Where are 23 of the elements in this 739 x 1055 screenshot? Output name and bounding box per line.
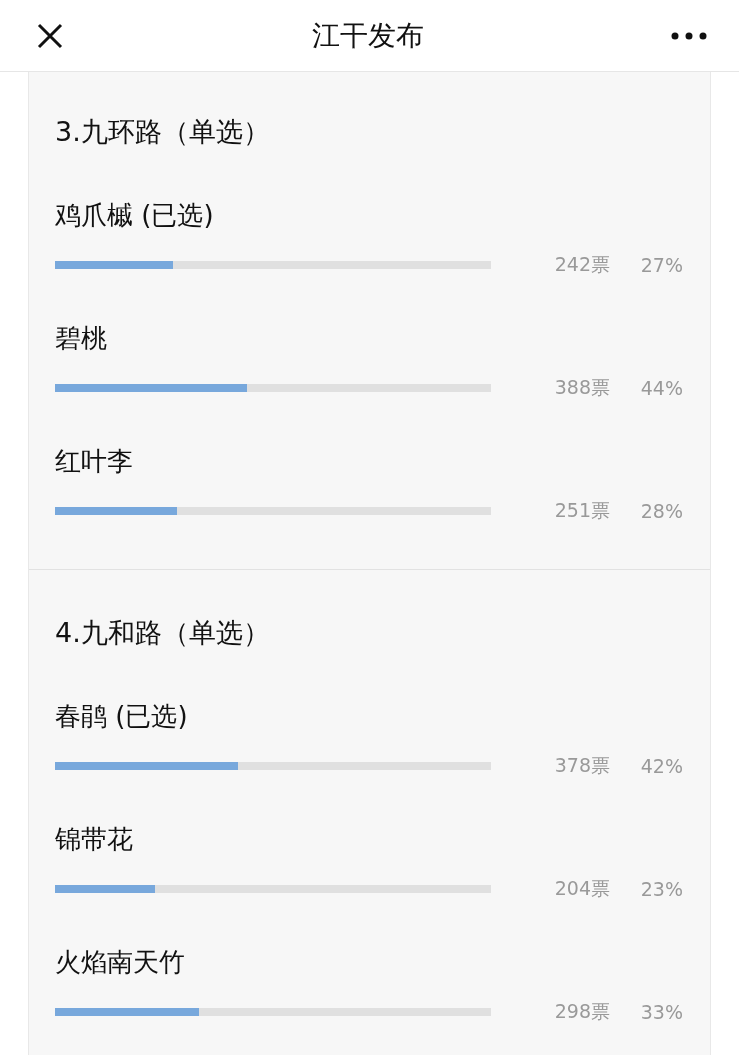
option-label: 碧桃	[55, 322, 108, 355]
option-label: 锦带花	[55, 823, 134, 856]
option-label: 火焰南天竹	[55, 946, 186, 979]
option-label: 春鹃 (已选)	[55, 700, 189, 733]
vote-count: 251票	[553, 498, 610, 523]
question-title: 3.九环路（单选）	[55, 115, 271, 149]
vote-count: 242票	[553, 252, 610, 277]
option-label: 红叶李	[55, 445, 134, 478]
vote-count: 378票	[553, 753, 610, 778]
question-title: 4.九和路（单选）	[55, 616, 271, 650]
vote-count: 388票	[553, 375, 610, 400]
option-label: 鸡爪槭 (已选)	[55, 199, 215, 232]
vote-percent: 28%	[639, 500, 683, 522]
vote-count: 204票	[553, 876, 610, 901]
vote-count: 298票	[553, 999, 610, 1024]
vote-percent: 33%	[639, 1001, 683, 1023]
vote-percent: 27%	[639, 254, 683, 276]
vote-percent: 44%	[639, 377, 683, 399]
vote-percent: 23%	[639, 878, 683, 900]
close-icon[interactable]	[36, 21, 64, 50]
vote-percent: 42%	[639, 755, 683, 777]
more-icon[interactable]	[671, 31, 707, 40]
page-title: 江干发布	[311, 17, 424, 54]
